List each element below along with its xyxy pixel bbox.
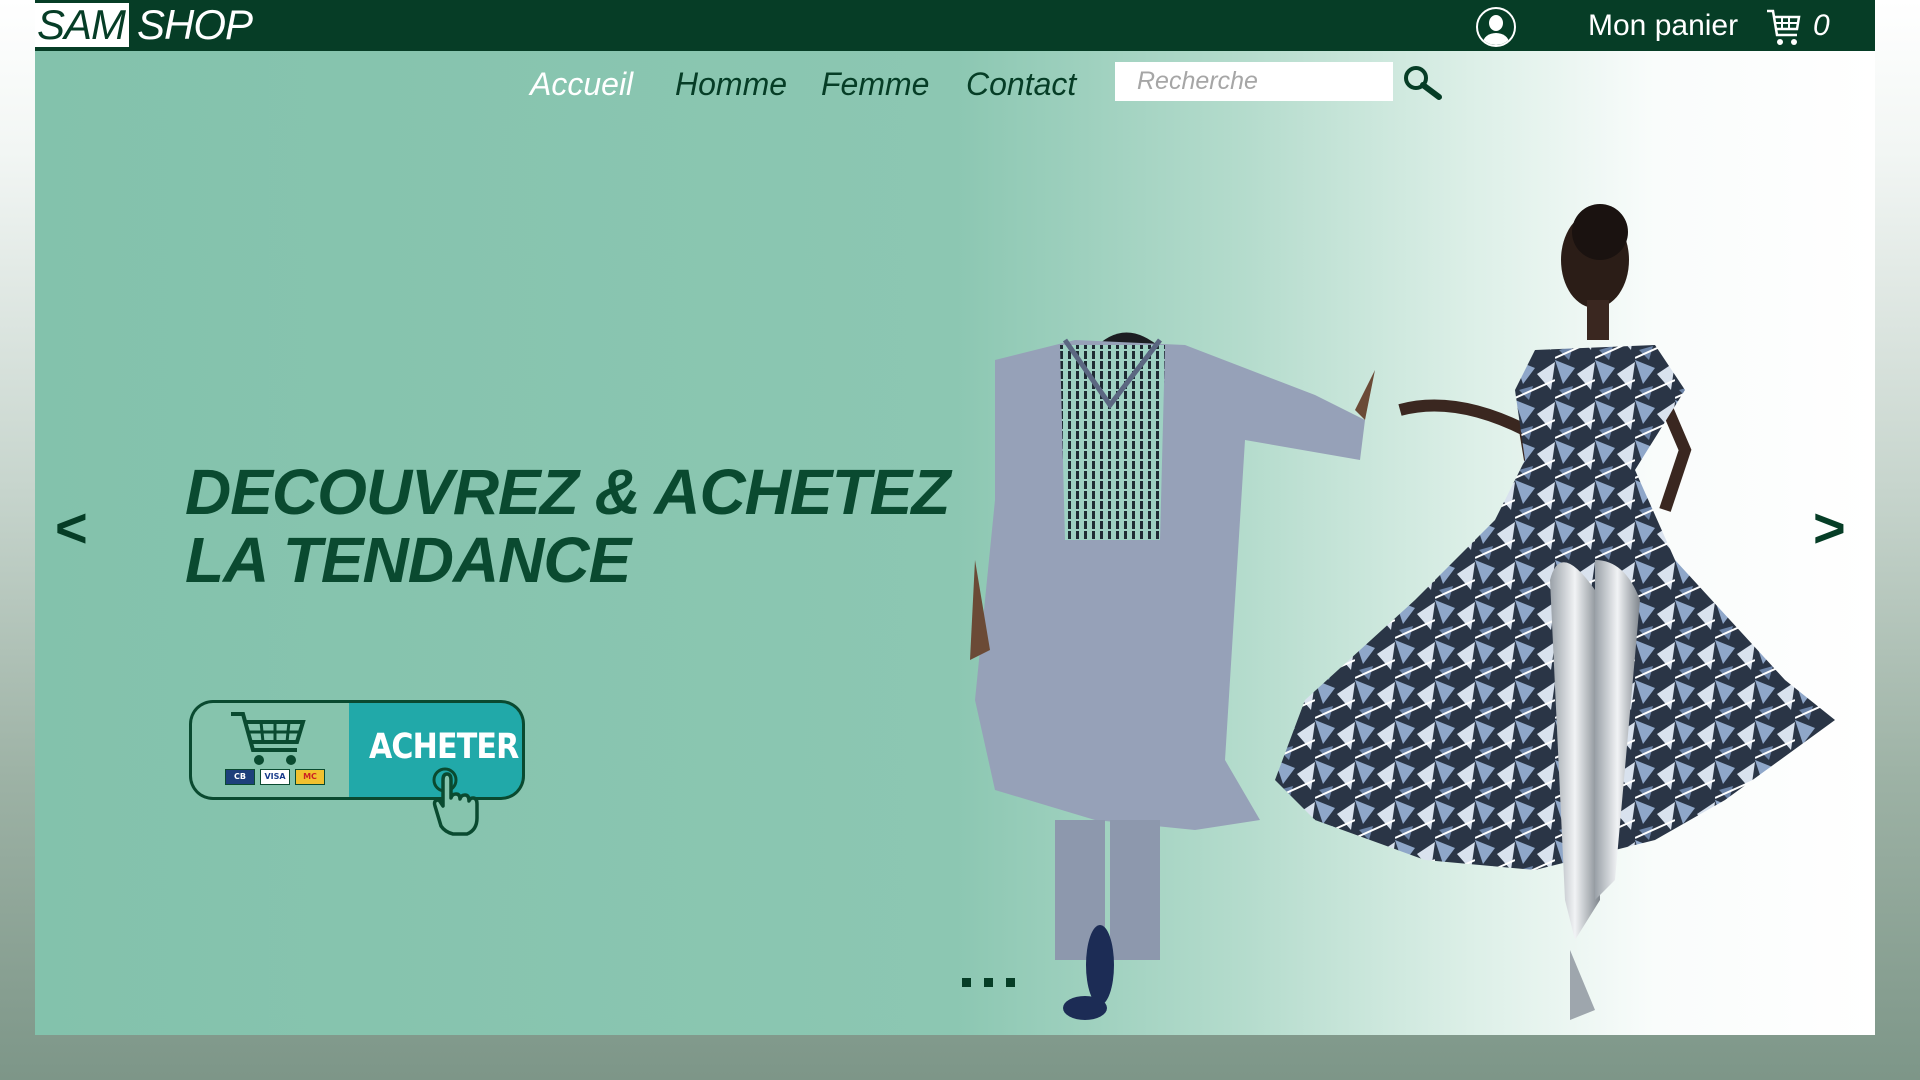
hero-title-line1: DECOUVREZ & ACHETEZ (185, 456, 950, 528)
slider-prev-arrow[interactable]: < (55, 498, 88, 558)
cart-icon (231, 712, 306, 765)
slider-next-arrow[interactable]: > (1813, 498, 1846, 558)
logo-sam-text: SAM (35, 3, 130, 47)
pointer-hand-icon (432, 767, 479, 836)
search-icon[interactable] (1401, 64, 1445, 102)
card-visa-icon: VISA (260, 769, 290, 785)
site-logo[interactable]: SAM SHOP (35, 1, 253, 48)
buy-button[interactable]: CB VISA MC ACHETER (189, 700, 529, 836)
nav-link-accueil[interactable]: Accueil (530, 64, 633, 104)
page-frame: SAM SHOP Mon panier 0 Accueil Homme Femm… (35, 0, 1875, 1035)
user-head-shape (1489, 15, 1503, 31)
card-cb-icon: CB (225, 769, 255, 785)
slider-dot-2[interactable] (984, 978, 993, 987)
logo-shop-text: SHOP (137, 1, 253, 48)
hero-title: DECOUVREZ & ACHETEZ LA TENDANCE (185, 458, 965, 594)
slider-dot-1[interactable] (962, 978, 971, 987)
slider-pagination (962, 978, 1016, 987)
search-input[interactable] (1115, 62, 1393, 101)
nav-link-homme[interactable]: Homme (675, 64, 787, 104)
cart-count: 0 (1813, 9, 1830, 42)
top-bar: SAM SHOP Mon panier 0 (35, 0, 1875, 51)
main-nav: Accueil Homme Femme Contact (35, 64, 1875, 104)
cart-label[interactable]: Mon panier (1588, 9, 1738, 43)
slider-dot-3[interactable] (1006, 978, 1015, 987)
card-mastercard-icon: MC (295, 769, 325, 785)
hero-title-line2: LA TENDANCE (185, 524, 631, 596)
nav-link-contact[interactable]: Contact (966, 64, 1076, 104)
user-torso-shape (1483, 33, 1509, 45)
buy-button-label: ACHETER (369, 727, 519, 767)
nav-link-femme[interactable]: Femme (821, 64, 929, 104)
shopping-cart-icon[interactable] (1765, 7, 1801, 47)
user-account-icon[interactable] (1476, 7, 1516, 47)
